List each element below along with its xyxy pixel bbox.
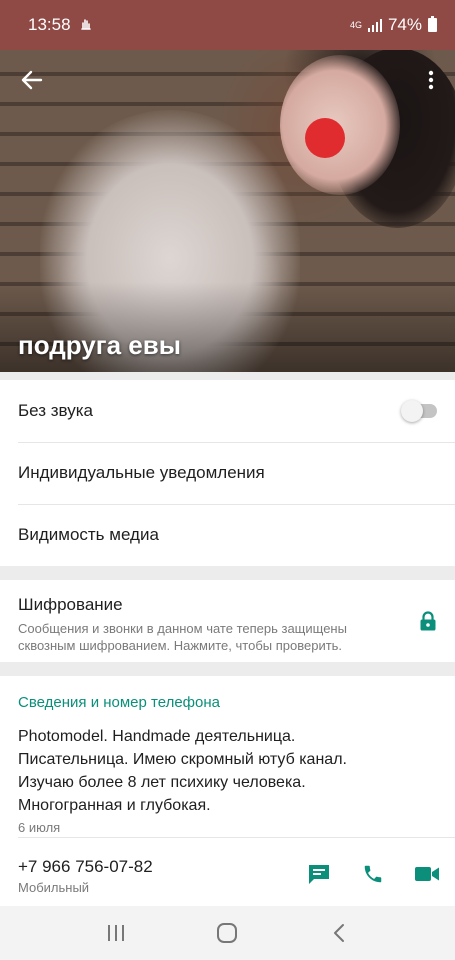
phone-type: Мобильный xyxy=(18,880,90,895)
encryption-description: Сообщения и звонки в данном чате теперь … xyxy=(18,621,347,653)
back-arrow-icon xyxy=(21,70,43,90)
battery-icon xyxy=(428,16,437,32)
custom-notifications-row[interactable]: Индивидуальные уведомления xyxy=(0,442,455,504)
back-button[interactable] xyxy=(18,66,46,94)
media-visibility-label: Видимость медиа xyxy=(18,525,159,544)
encryption-row[interactable]: Шифрование Сообщения и звонки в данном ч… xyxy=(0,580,455,662)
network-type: 4G xyxy=(349,19,362,30)
profile-photo-lips xyxy=(305,118,345,158)
toggle-knob xyxy=(401,400,423,422)
phone-icon xyxy=(364,865,382,883)
encryption-title: Шифрование xyxy=(18,595,123,614)
lock-icon xyxy=(419,611,437,636)
home-icon xyxy=(217,923,238,943)
status-bar: 13:58 4G 74% xyxy=(0,0,455,50)
custom-notifications-label: Индивидуальные уведомления xyxy=(18,463,265,482)
contact-name: подруга евы xyxy=(18,330,181,360)
signal-icon xyxy=(367,18,382,32)
about-section: Сведения и номер телефона Photomodel. Ha… xyxy=(0,676,455,906)
chat-settings-section: Без звука Индивидуальные уведомления Вид… xyxy=(0,380,455,566)
video-camera-icon xyxy=(415,867,439,881)
notification-icon xyxy=(79,17,93,34)
voice-call-button[interactable] xyxy=(359,862,387,886)
chevron-left-icon xyxy=(334,924,345,942)
recent-apps-icon xyxy=(107,925,124,941)
status-indicators: 4G 74% xyxy=(350,15,437,35)
home-button[interactable] xyxy=(207,913,247,953)
about-date: 6 июля xyxy=(18,820,61,835)
mute-row[interactable]: Без звука xyxy=(0,380,455,442)
about-section-title: Сведения и номер телефона xyxy=(18,694,220,711)
media-visibility-row[interactable]: Видимость медиа xyxy=(0,504,455,566)
contact-photo-header[interactable]: 13:58 4G 74% подруга евы xyxy=(0,0,455,372)
phone-number[interactable]: +7 966 756-07-82 xyxy=(18,857,153,877)
more-vert-icon xyxy=(428,70,434,90)
recent-apps-button[interactable] xyxy=(96,913,136,953)
system-back-button[interactable] xyxy=(319,913,359,953)
status-time: 13:58 xyxy=(28,15,71,34)
about-text: Photomodel. Handmade деятельница. Писате… xyxy=(18,728,347,814)
battery-percent: 74% xyxy=(387,15,422,34)
divider xyxy=(18,837,455,838)
mute-label: Без звука xyxy=(18,401,93,420)
message-icon xyxy=(309,865,329,884)
phone-actions xyxy=(305,862,441,886)
system-nav-bar xyxy=(0,906,455,960)
message-button[interactable] xyxy=(305,862,333,886)
mute-toggle[interactable] xyxy=(401,400,437,422)
more-options-button[interactable] xyxy=(419,66,443,94)
video-call-button[interactable] xyxy=(413,862,441,886)
